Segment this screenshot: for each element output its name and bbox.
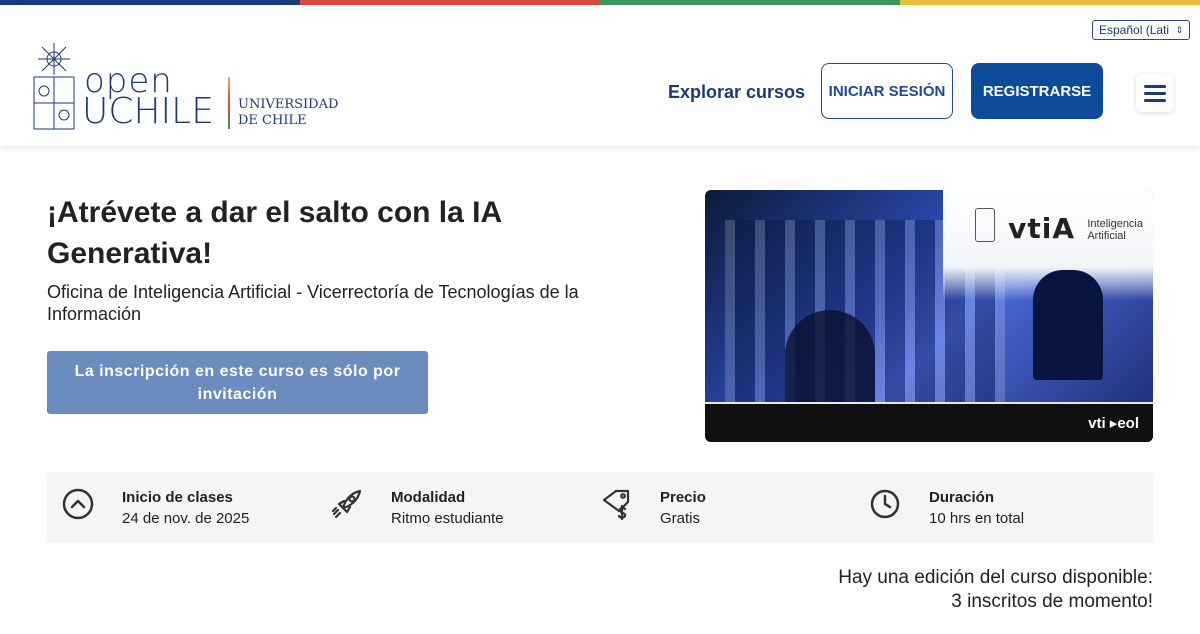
select-arrows-icon: ⇕ — [1175, 24, 1183, 35]
info-duration-value: 10 hrs en total — [929, 510, 1025, 527]
info-duration: Duración 10 hrs en total — [857, 472, 1153, 543]
site-logo[interactable]: open UCHILE UNIVERSIDAD DE CHILE — [32, 41, 342, 133]
hamburger-icon-bar — [1144, 91, 1166, 95]
price-tag-icon — [602, 489, 630, 520]
hero-bottom-band — [705, 404, 1153, 442]
explore-courses-link[interactable]: Explorar cursos — [668, 82, 805, 103]
university-seal-icon — [33, 43, 75, 130]
editions-enrolled-text: 3 inscritos de momento! — [951, 591, 1153, 612]
hero-statue-shape — [1033, 270, 1103, 380]
rocket-icon — [331, 489, 362, 519]
editions-available-text: Hay una edición del curso disponible: — [838, 567, 1153, 588]
vtia-seal-icon — [975, 208, 995, 242]
info-duration-label: Duración — [929, 489, 995, 506]
login-button[interactable]: INICIAR SESIÓN — [821, 63, 953, 119]
info-price-label: Precio — [660, 489, 706, 506]
chevron-up-circle-icon — [62, 488, 94, 520]
logo-uchile-text: UCHILE — [82, 91, 214, 132]
vtia-subtitle-line1: Inteligencia — [1087, 218, 1143, 230]
vtia-subtitle-line2: Artificial — [1087, 230, 1126, 242]
logo-university-line1: UNIVERSIDAD — [238, 97, 339, 112]
logo-university-name: UNIVERSIDAD DE CHILE — [238, 97, 338, 129]
register-button[interactable]: REGISTRARSE — [971, 63, 1103, 119]
info-modality: Modalidad Ritmo estudiante — [317, 472, 587, 543]
info-modality-value: Ritmo estudiante — [391, 510, 504, 527]
invitation-only-button[interactable]: La inscripción en este curso es sólo por… — [47, 351, 428, 414]
vtia-brand-subtitle: Inteligencia Artificial — [1087, 218, 1143, 242]
info-start-date: Inicio de clases 24 de nov. de 2025 — [47, 472, 317, 543]
language-select-value: Español (Lati — [1099, 23, 1170, 37]
course-title: ¡Atrévete a dar el salto con la IA Gener… — [47, 196, 502, 270]
logo-divider — [228, 77, 230, 129]
info-start-value: 24 de nov. de 2025 — [122, 510, 250, 527]
hero-arch-shape — [785, 310, 875, 410]
info-modality-label: Modalidad — [391, 489, 466, 506]
info-price-value: Gratis — [660, 510, 701, 527]
course-organization: Oficina de Inteligencia Artificial - Vic… — [47, 282, 579, 324]
course-hero-image: vtiA Inteligencia Artificial vti ▸eol — [705, 190, 1153, 442]
logo-university-line2: DE CHILE — [238, 113, 307, 128]
language-select[interactable]: Español (Lati ⇕ — [1092, 20, 1190, 40]
hamburger-icon — [1144, 84, 1166, 88]
hamburger-icon-bar — [1144, 98, 1166, 102]
hamburger-menu-button[interactable] — [1136, 74, 1174, 112]
editions-info: Hay una edición del curso disponible: 3 … — [838, 566, 1153, 614]
vtia-brand-text: vtiA — [1008, 212, 1075, 245]
hero-footer-logos: vti ▸eol — [1088, 415, 1139, 432]
course-info-bar: Inicio de clases 24 de nov. de 2025 Moda… — [47, 472, 1153, 543]
info-price: Precio Gratis — [587, 472, 857, 543]
info-start-label: Inicio de clases — [122, 489, 233, 506]
site-header: Español (Lati ⇕ open UCHILE UNIVERSIDAD … — [0, 5, 1200, 146]
clock-icon — [870, 489, 900, 519]
